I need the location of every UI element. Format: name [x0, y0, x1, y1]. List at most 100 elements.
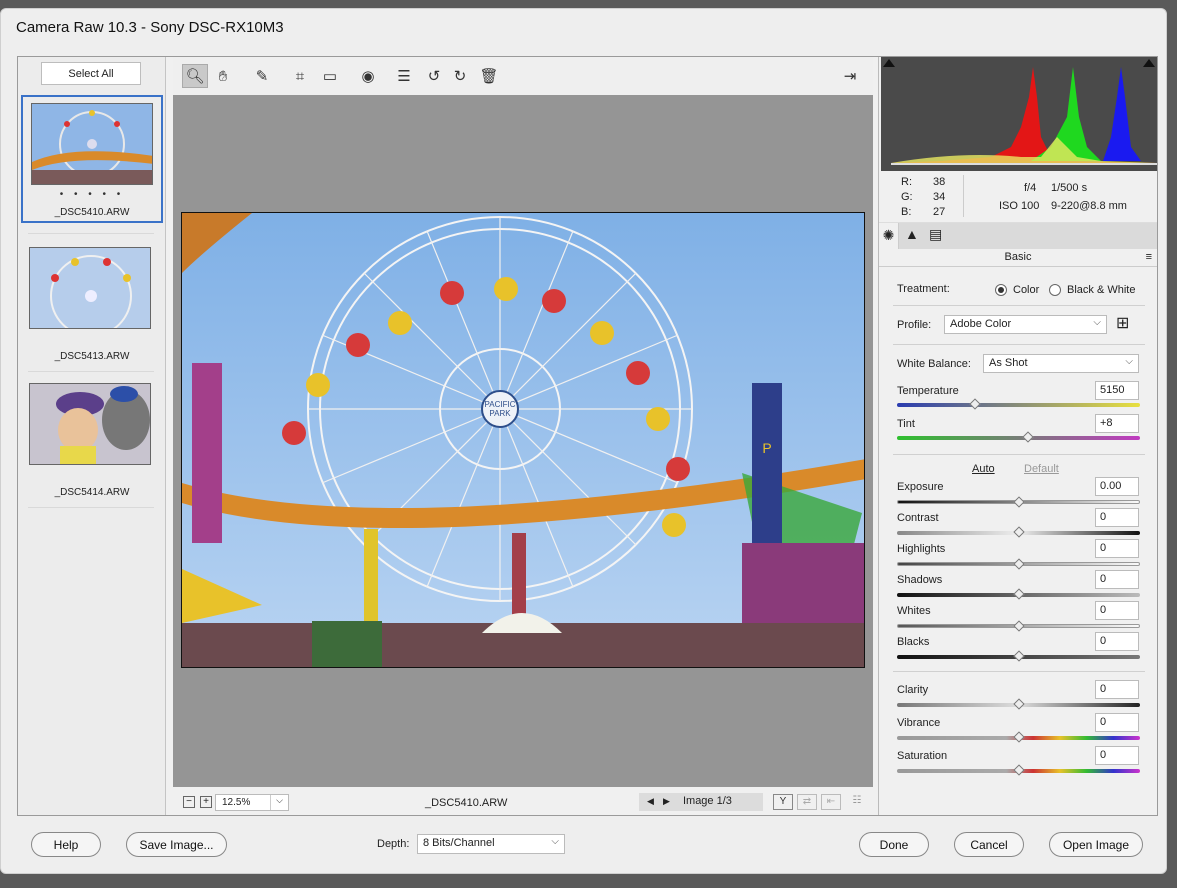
aperture: f/4 [1024, 182, 1037, 194]
basic-tab-aperture-icon[interactable]: ✺ [879, 223, 899, 249]
zoom-out-button[interactable]: − [183, 796, 195, 808]
camera-raw-window: Camera Raw 10.3 - Sony DSC-RX10M3 Select… [0, 8, 1167, 874]
swap-icon[interactable]: ⇄ [797, 794, 817, 810]
done-button[interactable]: Done [859, 832, 929, 857]
filmstrip-item[interactable]: _DSC5413.ARW [21, 237, 163, 365]
trash-icon[interactable]: 🗑︎ [476, 64, 502, 88]
cancel-button[interactable]: Cancel [954, 832, 1024, 857]
adjustments-panel: R: 38 G: 34 B: 27 f/4 1/500 s ISO 100 9-… [878, 57, 1157, 815]
exposure-slider[interactable] [897, 496, 1140, 508]
vibrance-slider[interactable] [897, 731, 1140, 743]
hand-icon[interactable]: ✋︎ [210, 64, 236, 88]
thumbnail-filename: _DSC5414.ARW [54, 487, 130, 498]
slider-thumb[interactable] [969, 398, 981, 410]
pixel-readout: R: 38 G: 34 B: 27 f/4 1/500 s ISO 100 9-… [879, 171, 1157, 223]
slider-thumb[interactable] [1012, 698, 1025, 710]
slider-thumb[interactable] [1022, 431, 1034, 443]
chevron-down-icon: ⌵ [1125, 356, 1133, 367]
auto-link[interactable]: Auto [972, 463, 995, 475]
blacks-slider[interactable] [897, 650, 1140, 662]
highlights-slider[interactable] [897, 558, 1140, 570]
chevron-down-icon: ⌵ [1093, 317, 1101, 328]
shadows-slider[interactable] [897, 588, 1140, 600]
temperature-input[interactable]: 5150 [1095, 381, 1139, 400]
contrast-input[interactable]: 0 [1095, 508, 1139, 527]
panel-title: Basic [879, 249, 1157, 267]
filmstrip-item[interactable]: • • • • • _DSC5410.ARW [21, 95, 163, 223]
save-image-button[interactable]: Save Image... [126, 832, 227, 857]
treatment-color-radio[interactable] [995, 284, 1007, 296]
open-image-button[interactable]: Open Image [1049, 832, 1143, 857]
select-all-button[interactable]: Select All [41, 62, 141, 85]
svg-text:PARK: PARK [489, 409, 511, 418]
whites-input[interactable]: 0 [1095, 601, 1139, 620]
toggle-fullscreen-icon[interactable]: ⇥ [837, 64, 863, 88]
slider-thumb[interactable] [1012, 558, 1025, 570]
slider-thumb[interactable] [1012, 620, 1025, 632]
histogram [881, 57, 1157, 171]
filmstrip: Select All • • • • • _DSC5410.ARW _DSC54… [18, 57, 166, 815]
straighten-icon[interactable]: ▭ [317, 64, 343, 88]
help-button[interactable]: Help [31, 832, 101, 857]
current-filename: _DSC5410.ARW [425, 797, 508, 809]
zoom-in-button[interactable]: + [200, 796, 212, 808]
rotate-right-icon[interactable]: ↻ [447, 64, 473, 88]
depth-select[interactable]: 8 Bits/Channel ⌵ [417, 834, 565, 854]
presets-icon[interactable]: ☰ [391, 64, 417, 88]
zoom-icon[interactable]: 🔍︎ [182, 64, 208, 88]
redeye-icon[interactable]: ◉ [355, 64, 381, 88]
vibrance-input[interactable]: 0 [1095, 713, 1139, 732]
contrast-slider[interactable] [897, 526, 1140, 538]
preview-area: 🔍︎ ✋︎ ✎ ⌗ ▭ ◉ ☰ ↺ ↻ 🗑︎ ⇥ PACIFIC PARK P … [173, 57, 873, 815]
profile-select[interactable]: Adobe Color ⌵ [944, 315, 1107, 334]
prev-image-button[interactable]: ◀ [647, 796, 654, 806]
profile-browser-icon[interactable]: ⊞ [1116, 316, 1129, 332]
lens-info: 9-220@8.8 mm [1051, 200, 1127, 212]
settings-sliders-icon[interactable]: ☷ [847, 794, 867, 810]
before-after-icon[interactable]: Y [773, 794, 793, 810]
highlights-input[interactable]: 0 [1095, 539, 1139, 558]
treatment-bw-radio[interactable] [1049, 284, 1061, 296]
tone-curve-mountain-icon[interactable]: ▲ [905, 226, 919, 242]
status-bar: − + 12.5% ⌵ _DSC5410.ARW ◀ ▶ Image 1/3 Y… [173, 791, 873, 815]
slider-thumb[interactable] [1012, 764, 1025, 776]
crop-icon[interactable]: ⌗ [287, 64, 313, 88]
copy-settings-icon[interactable]: ⇤ [821, 794, 841, 810]
slider-thumb[interactable] [1012, 731, 1025, 743]
eyedropper-icon[interactable]: ✎ [249, 64, 275, 88]
temperature-slider[interactable] [897, 398, 1140, 410]
blacks-input[interactable]: 0 [1095, 632, 1139, 651]
film-strip-icon[interactable]: ▤ [929, 226, 942, 243]
slider-thumb[interactable] [1012, 496, 1025, 508]
image-canvas[interactable]: PACIFIC PARK P [173, 95, 873, 787]
clarity-input[interactable]: 0 [1095, 680, 1139, 699]
thumbnail-filename: _DSC5413.ARW [54, 351, 130, 362]
iso: ISO 100 [999, 200, 1040, 212]
saturation-slider[interactable] [897, 764, 1140, 776]
zoom-level-select[interactable]: 12.5% ⌵ [215, 794, 289, 811]
filmstrip-item[interactable]: _DSC5414.ARW [21, 373, 163, 501]
tint-slider[interactable] [897, 431, 1140, 443]
slider-thumb[interactable] [1012, 588, 1025, 600]
shadows-input[interactable]: 0 [1095, 570, 1139, 589]
next-image-button[interactable]: ▶ [663, 796, 670, 806]
slider-thumb[interactable] [1012, 650, 1025, 662]
thumbnail-image [29, 383, 151, 465]
star-rating[interactable]: • • • • • [23, 189, 161, 200]
chevron-down-icon: ⌵ [270, 795, 288, 810]
preview-image: PACIFIC PARK P [181, 212, 865, 668]
slider-thumb[interactable] [1012, 526, 1025, 538]
white-balance-select[interactable]: As Shot ⌵ [983, 354, 1139, 373]
toolbar: 🔍︎ ✋︎ ✎ ⌗ ▭ ◉ ☰ ↺ ↻ 🗑︎ ⇥ [173, 57, 873, 95]
shutter-speed: 1/500 s [1051, 182, 1088, 194]
clarity-slider[interactable] [897, 698, 1140, 710]
rotate-left-icon[interactable]: ↺ [421, 64, 447, 88]
svg-text:P: P [762, 440, 771, 456]
whites-slider[interactable] [897, 620, 1140, 632]
image-navigator: ◀ ▶ Image 1/3 [639, 793, 763, 811]
tint-input[interactable]: +8 [1095, 414, 1139, 433]
saturation-input[interactable]: 0 [1095, 746, 1139, 765]
default-link[interactable]: Default [1024, 463, 1059, 475]
panel-menu-icon[interactable]: ≡ [1146, 251, 1152, 263]
exposure-input[interactable]: 0.00 [1095, 477, 1139, 496]
